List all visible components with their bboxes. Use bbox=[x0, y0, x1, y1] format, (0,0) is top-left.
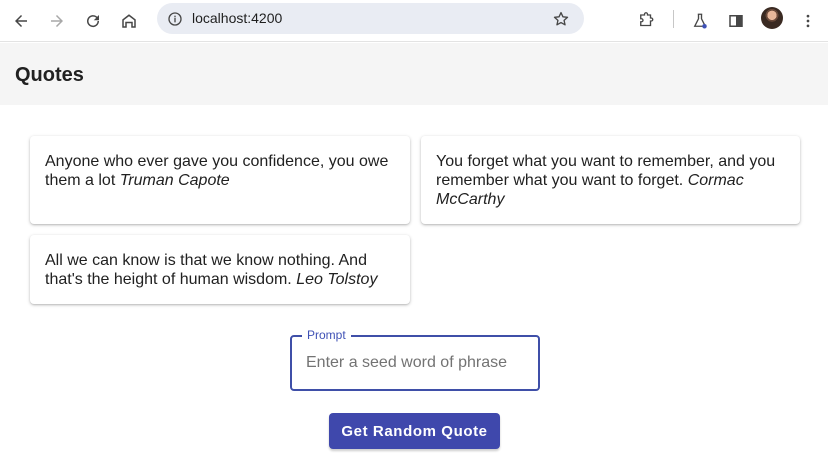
forward-icon[interactable] bbox=[43, 7, 71, 35]
profile-avatar[interactable] bbox=[761, 7, 783, 29]
quote-text-block: All we can know is that we know nothing.… bbox=[45, 251, 395, 289]
quote-author: Truman Capote bbox=[119, 172, 230, 189]
quote-card: Anyone who ever gave you confidence, you… bbox=[30, 136, 410, 224]
prompt-label: Prompt bbox=[302, 328, 351, 342]
address-bar[interactable]: localhost:4200 bbox=[157, 3, 584, 34]
home-icon[interactable] bbox=[115, 7, 143, 35]
get-random-quote-button[interactable]: Get Random Quote bbox=[329, 413, 500, 449]
reload-icon[interactable] bbox=[79, 7, 107, 35]
prompt-field[interactable]: Prompt bbox=[290, 328, 540, 391]
prompt-input[interactable] bbox=[306, 351, 528, 375]
page-title: Quotes bbox=[15, 64, 84, 86]
more-menu-icon[interactable] bbox=[794, 7, 822, 35]
app-toolbar: Quotes bbox=[0, 43, 828, 105]
extensions-icon[interactable] bbox=[632, 7, 660, 35]
quote-text-block: You forget what you want to remember, an… bbox=[436, 152, 785, 209]
site-info-icon[interactable] bbox=[163, 7, 187, 31]
bookmark-star-icon[interactable] bbox=[550, 8, 572, 30]
quote-card: All we can know is that we know nothing.… bbox=[30, 235, 410, 304]
quote-text-block: Anyone who ever gave you confidence, you… bbox=[45, 152, 395, 190]
side-panel-icon[interactable] bbox=[722, 7, 750, 35]
toolbar-divider bbox=[673, 10, 674, 28]
browser-toolbar: localhost:4200 bbox=[0, 0, 828, 42]
labs-icon[interactable] bbox=[686, 7, 714, 35]
quote-author: Leo Tolstoy bbox=[296, 271, 378, 288]
back-icon[interactable] bbox=[7, 7, 35, 35]
url-text[interactable]: localhost:4200 bbox=[192, 10, 282, 26]
quote-card: You forget what you want to remember, an… bbox=[421, 136, 800, 224]
